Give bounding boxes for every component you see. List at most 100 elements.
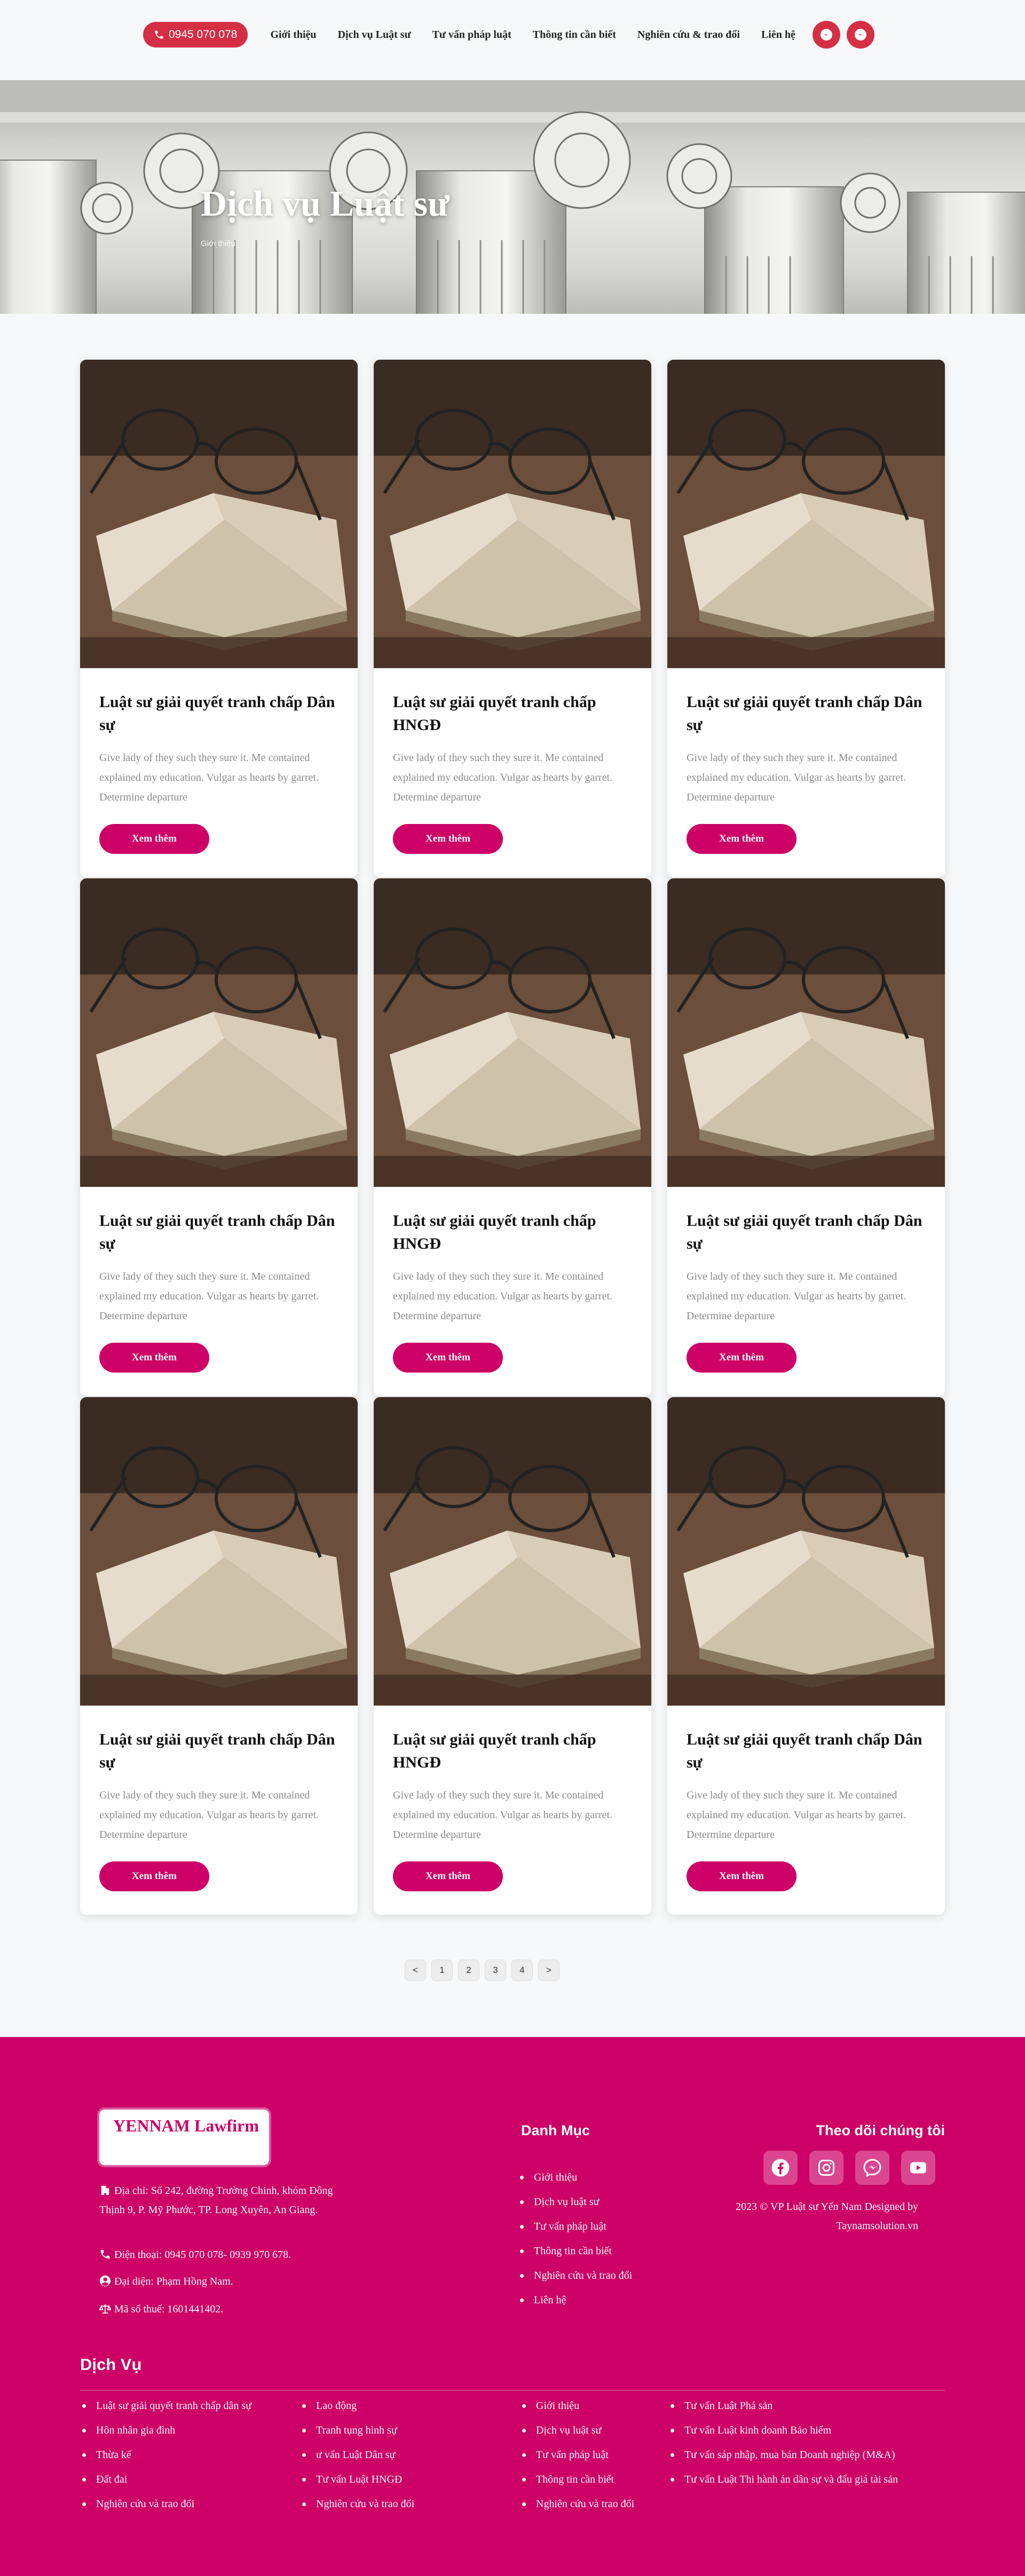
menu-heading: Danh Mục [521,2122,590,2138]
nav-tu-van-phap-luat[interactable]: Tư vấn pháp luật [432,29,511,41]
card-title[interactable]: Luật sư giải quyết tranh chấp HNGĐ [393,691,633,736]
breadcrumb[interactable]: Giới thiệu [201,239,235,248]
card-title[interactable]: Luật sư giải quyết tranh chấp Dân sự [687,1209,927,1255]
instagram-button[interactable] [809,2151,843,2185]
service-link[interactable]: Tư vấn Luật Thi hành án dân sự và đấu gi… [668,2467,898,2492]
service-link[interactable]: Nghiên cứu và trao đổi [300,2492,414,2516]
service-card[interactable]: Luật sư giải quyết tranh chấp Dân sự Give… [80,360,358,877]
card-image[interactable] [80,360,358,668]
footer-phone: Điện thoại: 0945 070 078- 0939 970 678. [99,2245,334,2264]
service-link[interactable]: Tư vấn Luật kinh doanh Bảo hiểm [668,2418,898,2443]
card-image[interactable] [374,1397,651,1706]
service-card[interactable]: Luật sư giải quyết tranh chấp Dân sự Give… [80,1397,358,1915]
card-title[interactable]: Luật sư giải quyết tranh chấp HNGĐ [393,1209,633,1255]
service-link[interactable]: ư vấn Luật Dân sự [300,2443,414,2467]
footer-menu-item[interactable]: Nghiên cứu và trao đổi [518,2263,632,2288]
service-link[interactable]: Tư vấn sáp nhập, mua bán Doanh nghiệp (M… [668,2443,898,2467]
nav-dich-vu-luat-su[interactable]: Dịch vụ Luật sư [338,29,411,41]
page-1-button[interactable]: 1 [431,1960,453,1981]
service-link[interactable]: Tranh tụng hình sự [300,2418,414,2443]
card-image[interactable] [374,360,651,668]
service-link[interactable]: Thông tin cần biết [520,2467,634,2492]
footer-logo[interactable]: YENNAM Lawfirm [99,2110,269,2165]
page-next-button[interactable]: > [538,1960,559,1981]
columns-image [0,80,1025,314]
read-more-button[interactable]: Xem thêm [99,1343,209,1373]
footer-address: Địa chỉ: Số 242, đường Trường Chinh, khó… [99,2181,334,2220]
service-link[interactable]: Tư vấn Luật HNGĐ [300,2467,414,2492]
card-description: Give lady of they such they sure it. Me … [687,752,906,803]
card-image[interactable] [80,878,358,1187]
read-more-button[interactable]: Xem thêm [393,1861,503,1891]
book-glasses-image [667,360,945,668]
service-link[interactable]: Dịch vụ luật sư [520,2418,634,2443]
page-title: Dịch vụ Luật sư [201,183,450,224]
book-glasses-image [374,1397,651,1706]
footer-tax: Mã số thuế: 1601441402. [99,2300,334,2319]
read-more-button[interactable]: Xem thêm [393,824,503,854]
messenger-button[interactable] [855,2151,889,2185]
card-title[interactable]: Luật sư giải quyết tranh chấp Dân sự [99,691,340,736]
service-card[interactable]: Luật sư giải quyết tranh chấp Dân sự Give… [667,1397,945,1915]
card-image[interactable] [667,878,945,1187]
hero-banner: Dịch vụ Luật sư Giới thiệu [0,80,1025,314]
service-link[interactable]: Tư vấn pháp luật [520,2443,634,2467]
service-link[interactable]: Đất đai [80,2467,251,2492]
service-link[interactable]: Luật sư giải quyết tranh chấp dân sự [80,2393,251,2418]
read-more-button[interactable]: Xem thêm [687,1343,797,1373]
service-card[interactable]: Luật sư giải quyết tranh chấp Dân sự Give… [667,360,945,877]
messenger-button-2[interactable] [846,21,874,49]
service-link[interactable]: Hôn nhân gia đình [80,2418,251,2443]
nav-nghien-cuu[interactable]: Nghiên cứu & trao đổi [637,29,740,41]
facebook-button[interactable] [763,2151,798,2185]
instagram-icon [818,2160,834,2176]
page-3-button[interactable]: 3 [485,1960,506,1981]
card-title[interactable]: Luật sư giải quyết tranh chấp Dân sự [99,1209,340,1255]
footer-menu-item[interactable]: Thông tin cần biết [518,2239,632,2263]
youtube-button[interactable] [901,2151,935,2185]
service-link[interactable]: Thừa kế [80,2443,251,2467]
read-more-button[interactable]: Xem thêm [687,824,797,854]
page-2-button[interactable]: 2 [458,1960,479,1981]
service-card[interactable]: Luật sư giải quyết tranh chấp HNGĐ Give l… [374,1397,651,1915]
card-title[interactable]: Luật sư giải quyết tranh chấp HNGĐ [393,1728,633,1774]
card-title[interactable]: Luật sư giải quyết tranh chấp Dân sự [687,1728,927,1774]
card-image[interactable] [667,1397,945,1706]
card-description: Give lady of they such they sure it. Me … [393,752,613,803]
service-link[interactable]: Giới thiệu [520,2393,634,2418]
service-card[interactable]: Luật sư giải quyết tranh chấp HNGĐ Give l… [374,360,651,877]
read-more-button[interactable]: Xem thêm [393,1343,503,1373]
card-image[interactable] [80,1397,358,1706]
nav-gioi-thieu[interactable]: Giới thiệu [270,29,316,41]
messenger-button[interactable] [812,21,840,49]
read-more-button[interactable]: Xem thêm [99,1861,209,1891]
site-header: 0945 070 078 Giới thiệu Dịch vụ Luật sư … [0,0,1025,80]
service-link[interactable]: Lao động [300,2393,414,2418]
card-image[interactable] [667,360,945,668]
footer-representative: Đại diện: Phạm Hồng Nam. [99,2272,334,2291]
service-link[interactable]: Nghiên cứu và trao đổi [80,2492,251,2516]
footer-menu-item[interactable]: Dịch vụ luật sư [518,2190,632,2214]
book-glasses-image [80,360,358,668]
read-more-button[interactable]: Xem thêm [99,824,209,854]
service-card[interactable]: Luật sư giải quyết tranh chấp HNGĐ Give l… [374,878,651,1396]
card-image[interactable] [374,878,651,1187]
footer-menu-item[interactable]: Tư vấn pháp luật [518,2214,632,2239]
read-more-button[interactable]: Xem thêm [687,1861,797,1891]
nav-thong-tin-can-biet[interactable]: Thông tin cần biết [533,29,616,41]
phone-button[interactable]: 0945 070 078 [143,22,248,47]
logo-text: YENNAM Lawfirm [113,2116,259,2135]
nav-lien-he[interactable]: Liên hệ [761,29,795,41]
page-prev-button[interactable]: < [405,1960,426,1981]
footer-menu-item[interactable]: Liên hệ [518,2288,632,2312]
service-card[interactable]: Luật sư giải quyết tranh chấp Dân sự Give… [80,878,358,1396]
card-title[interactable]: Luật sư giải quyết tranh chấp Dân sự [99,1728,340,1774]
service-link[interactable]: Tư vấn Luật Phá sản [668,2393,898,2418]
card-title[interactable]: Luật sư giải quyết tranh chấp Dân sự [687,691,927,736]
footer-menu-item[interactable]: Giới thiệu [518,2165,632,2190]
service-link[interactable]: Nghiên cứu và trao đổi [520,2492,634,2516]
page-4-button[interactable]: 4 [511,1960,533,1981]
service-card[interactable]: Luật sư giải quyết tranh chấp Dân sự Give… [667,878,945,1396]
card-description: Give lady of they such they sure it. Me … [99,752,319,803]
social-links [763,2151,947,2185]
